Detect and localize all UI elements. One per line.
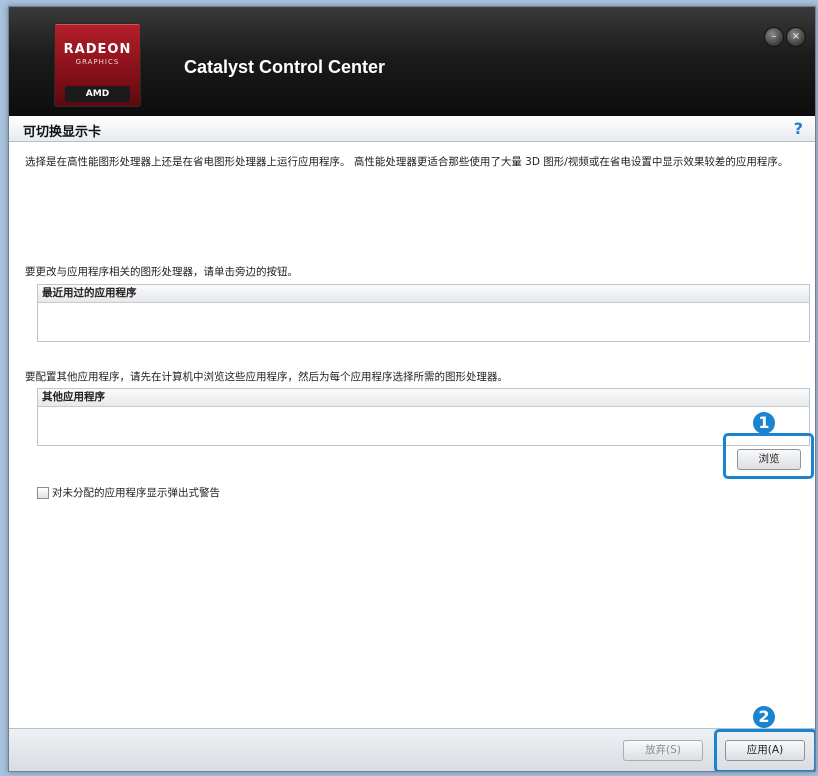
other-apps-list[interactable]: 其他应用程序 (37, 388, 810, 446)
recent-apps-header: 最近用过的应用程序 (38, 285, 809, 303)
apply-highlight (714, 729, 815, 771)
browse-highlight (723, 433, 814, 479)
other-apps-header: 其他应用程序 (38, 389, 809, 407)
close-button[interactable]: × (786, 27, 806, 47)
popup-warning-label: 对未分配的应用程序显示弹出式警告 (52, 487, 220, 499)
logo-brand-text: RADEON (63, 42, 132, 57)
other-instruction: 要配置其他应用程序，请先在计算机中浏览这些应用程序，然后为每个应用程序选择所需的… (25, 371, 508, 383)
step-2-badge: 2 (753, 706, 775, 728)
radeon-logo: RADEON GRAPHICS AMD (54, 23, 141, 107)
page-title: 可切换显示卡 (23, 125, 102, 140)
app-title: Catalyst Control Center (184, 57, 386, 77)
help-icon[interactable]: ? (794, 119, 803, 138)
minimize-icon: – (771, 31, 777, 42)
logo-maker-text: AMD (65, 86, 130, 102)
section-header: 可切换显示卡 ? (9, 117, 815, 142)
minimize-button[interactable]: – (764, 27, 784, 47)
popup-warning-checkbox[interactable] (37, 487, 49, 499)
close-icon: × (791, 31, 801, 42)
step-1-badge: 1 (753, 412, 775, 434)
description-text: 选择是在高性能图形处理器上还是在省电图形处理器上运行应用程序。 高性能处理器更适… (25, 156, 789, 168)
app-window: RADEON GRAPHICS AMD Catalyst Control Cen… (8, 6, 816, 772)
discard-button[interactable]: 放弃(S) (623, 740, 703, 761)
recent-apps-list[interactable]: 最近用过的应用程序 (37, 284, 810, 342)
logo-sub-text: GRAPHICS (75, 58, 120, 66)
recent-instruction: 要更改与应用程序相关的图形处理器，请单击旁边的按钮。 (25, 266, 298, 278)
footer-bar: 放弃(S) 应用(A) (9, 728, 815, 771)
app-header: RADEON GRAPHICS AMD Catalyst Control Cen… (9, 7, 815, 116)
